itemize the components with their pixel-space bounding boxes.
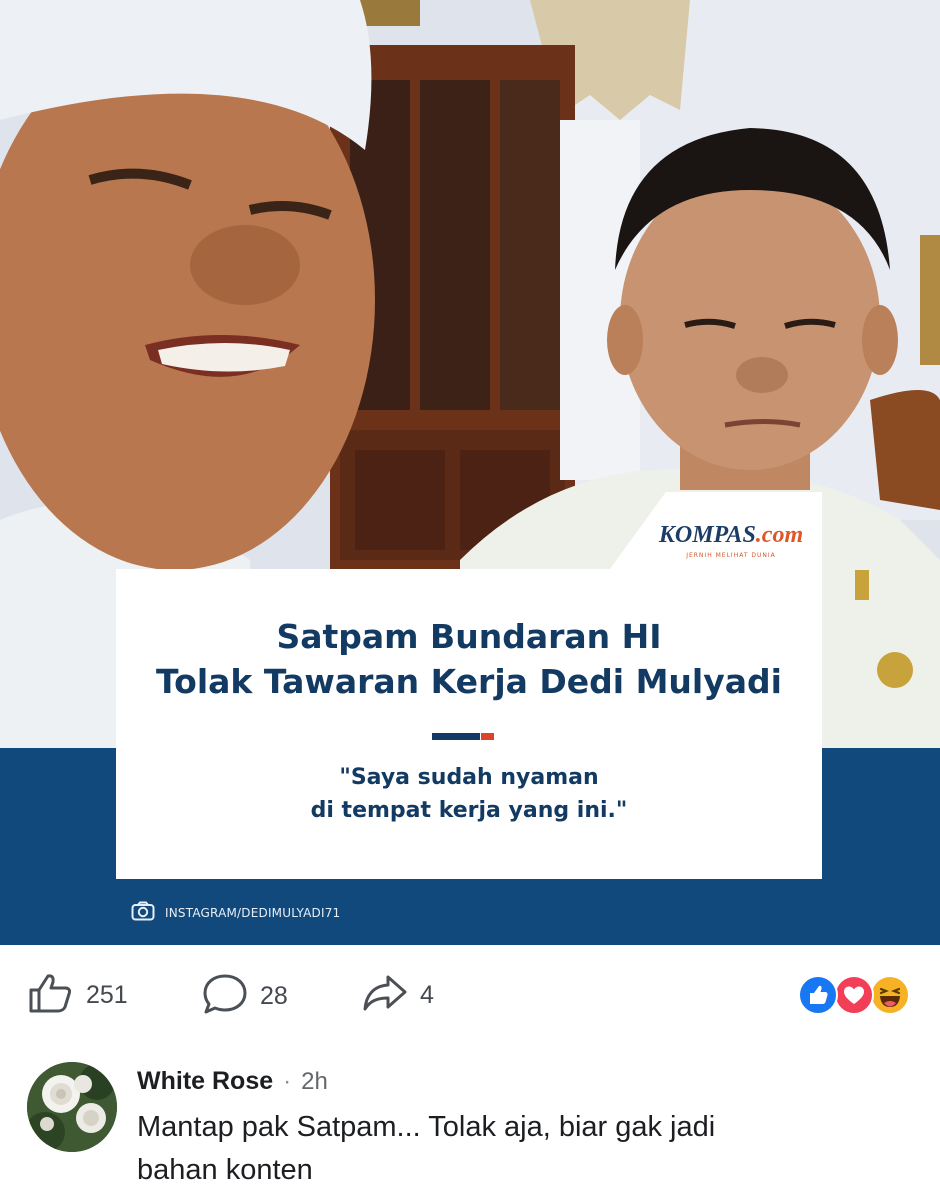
camera-icon	[131, 901, 155, 926]
avatar[interactable]	[27, 1062, 117, 1152]
comment-header: White Rose · 2h	[137, 1067, 328, 1096]
comment: White Rose · 2h Mantap pak Satpam... Tol…	[0, 1060, 940, 1200]
comment-author[interactable]: White Rose	[137, 1067, 273, 1096]
headline-divider	[432, 733, 494, 740]
comment-timestamp[interactable]: 2h	[301, 1068, 328, 1096]
kompas-logo: KOMPAS.com JERNIH MELIHAT DUNIA	[646, 522, 816, 559]
share-arrow-icon	[362, 973, 408, 1018]
haha-reaction-icon	[870, 975, 910, 1015]
quote: "Saya sudah nyaman di tempat kerja yang …	[116, 761, 822, 827]
comment-text: Mantap pak Satpam... Tolak aja, biar gak…	[137, 1106, 897, 1192]
kompas-tagline: JERNIH MELIHAT DUNIA	[686, 552, 776, 559]
like-reaction-icon	[798, 975, 838, 1015]
share-count: 4	[420, 981, 434, 1009]
comment-button[interactable]: 28	[202, 973, 288, 1020]
quote-line-1: "Saya sudah nyaman	[339, 765, 599, 790]
thumbs-up-icon	[28, 973, 74, 1018]
post-image[interactable]: KOMPAS.com JERNIH MELIHAT DUNIA Satpam B…	[0, 0, 940, 945]
like-button[interactable]: 251	[28, 973, 128, 1018]
quote-line-2: di tempat kerja yang ini."	[310, 798, 628, 823]
credit-text: INSTAGRAM/DEDIMULYADI71	[165, 906, 341, 920]
comment-text-line-2: bahan konten	[137, 1154, 313, 1186]
comment-text-line-1: Mantap pak Satpam... Tolak aja, biar gak…	[137, 1111, 716, 1143]
photo-credit: INSTAGRAM/DEDIMULYADI71	[131, 901, 341, 926]
comment-count: 28	[260, 982, 288, 1010]
reactions-summary[interactable]	[798, 975, 910, 1015]
white-rose-flowers-avatar	[27, 1062, 117, 1152]
comment-bubble-icon	[202, 973, 248, 1020]
kompas-wordmark: KOMPAS	[658, 522, 756, 548]
action-bar: 251 28 4	[0, 963, 940, 1023]
headline: Satpam Bundaran HI Tolak Tawaran Kerja D…	[116, 614, 822, 704]
headline-line-2: Tolak Tawaran Kerja Dedi Mulyadi	[156, 662, 782, 701]
share-button[interactable]: 4	[362, 973, 434, 1018]
love-reaction-icon	[834, 975, 874, 1015]
like-count: 251	[86, 981, 128, 1009]
comment-separator: ·	[283, 1068, 292, 1095]
headline-line-1: Satpam Bundaran HI	[276, 617, 662, 656]
kompas-domain: .com	[755, 522, 804, 548]
